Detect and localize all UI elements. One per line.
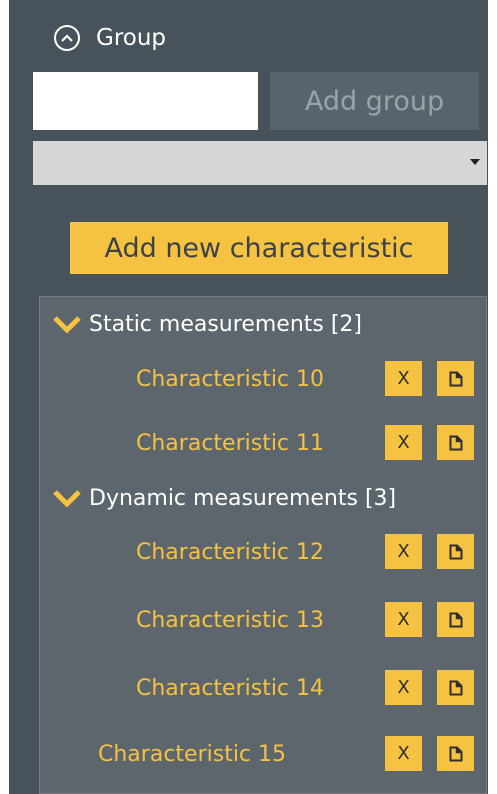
chevron-down-icon[interactable] [53, 314, 81, 334]
delete-button[interactable]: X [385, 361, 422, 396]
add-group-button[interactable]: Add group [270, 72, 479, 130]
characteristic-tree: Static measurements [2] Characteristic 1… [39, 296, 487, 794]
copy-button[interactable] [437, 361, 474, 396]
document-icon [449, 371, 462, 386]
caret-down-icon [470, 159, 480, 165]
group-label: Group [96, 25, 167, 51]
copy-button[interactable] [437, 534, 474, 569]
add-new-characteristic-button[interactable]: Add new characteristic [70, 222, 448, 274]
characteristic-label[interactable]: Characteristic 11 [136, 431, 324, 456]
characteristic-label[interactable]: Characteristic 10 [136, 367, 324, 392]
characteristic-row: Characteristic 14 X [40, 670, 486, 710]
chevron-down-icon[interactable] [53, 488, 81, 508]
group-name-input[interactable] [33, 72, 258, 130]
characteristics-panel: Group Add group Add new characteristic S… [9, 0, 488, 794]
document-icon [449, 746, 462, 761]
delete-button[interactable]: X [385, 534, 422, 569]
characteristic-row: Characteristic 10 X [40, 361, 486, 401]
characteristic-row: Characteristic 12 X [40, 534, 486, 574]
chevron-up-circle-icon[interactable] [54, 25, 80, 51]
document-icon [449, 435, 462, 450]
copy-button[interactable] [437, 670, 474, 705]
delete-button[interactable]: X [385, 736, 422, 771]
characteristic-row: Characteristic 11 X [40, 425, 486, 465]
characteristic-label[interactable]: Characteristic 15 [98, 742, 286, 767]
group-header[interactable]: Group [54, 18, 166, 58]
delete-button[interactable]: X [385, 670, 422, 705]
delete-button[interactable]: X [385, 425, 422, 460]
document-icon [449, 680, 462, 695]
document-icon [449, 544, 462, 559]
delete-button[interactable]: X [385, 602, 422, 637]
characteristic-label[interactable]: Characteristic 13 [136, 608, 324, 633]
characteristic-row: Characteristic 15 X [40, 736, 486, 776]
category-label: Static measurements [2] [89, 311, 363, 337]
copy-button[interactable] [437, 602, 474, 637]
characteristic-label[interactable]: Characteristic 14 [136, 676, 324, 701]
copy-button[interactable] [437, 736, 474, 771]
characteristic-row: Characteristic 13 X [40, 602, 486, 642]
group-select[interactable] [33, 141, 487, 185]
characteristic-label[interactable]: Characteristic 12 [136, 540, 324, 565]
category-label: Dynamic measurements [3] [89, 485, 397, 511]
copy-button[interactable] [437, 425, 474, 460]
document-icon [449, 612, 462, 627]
